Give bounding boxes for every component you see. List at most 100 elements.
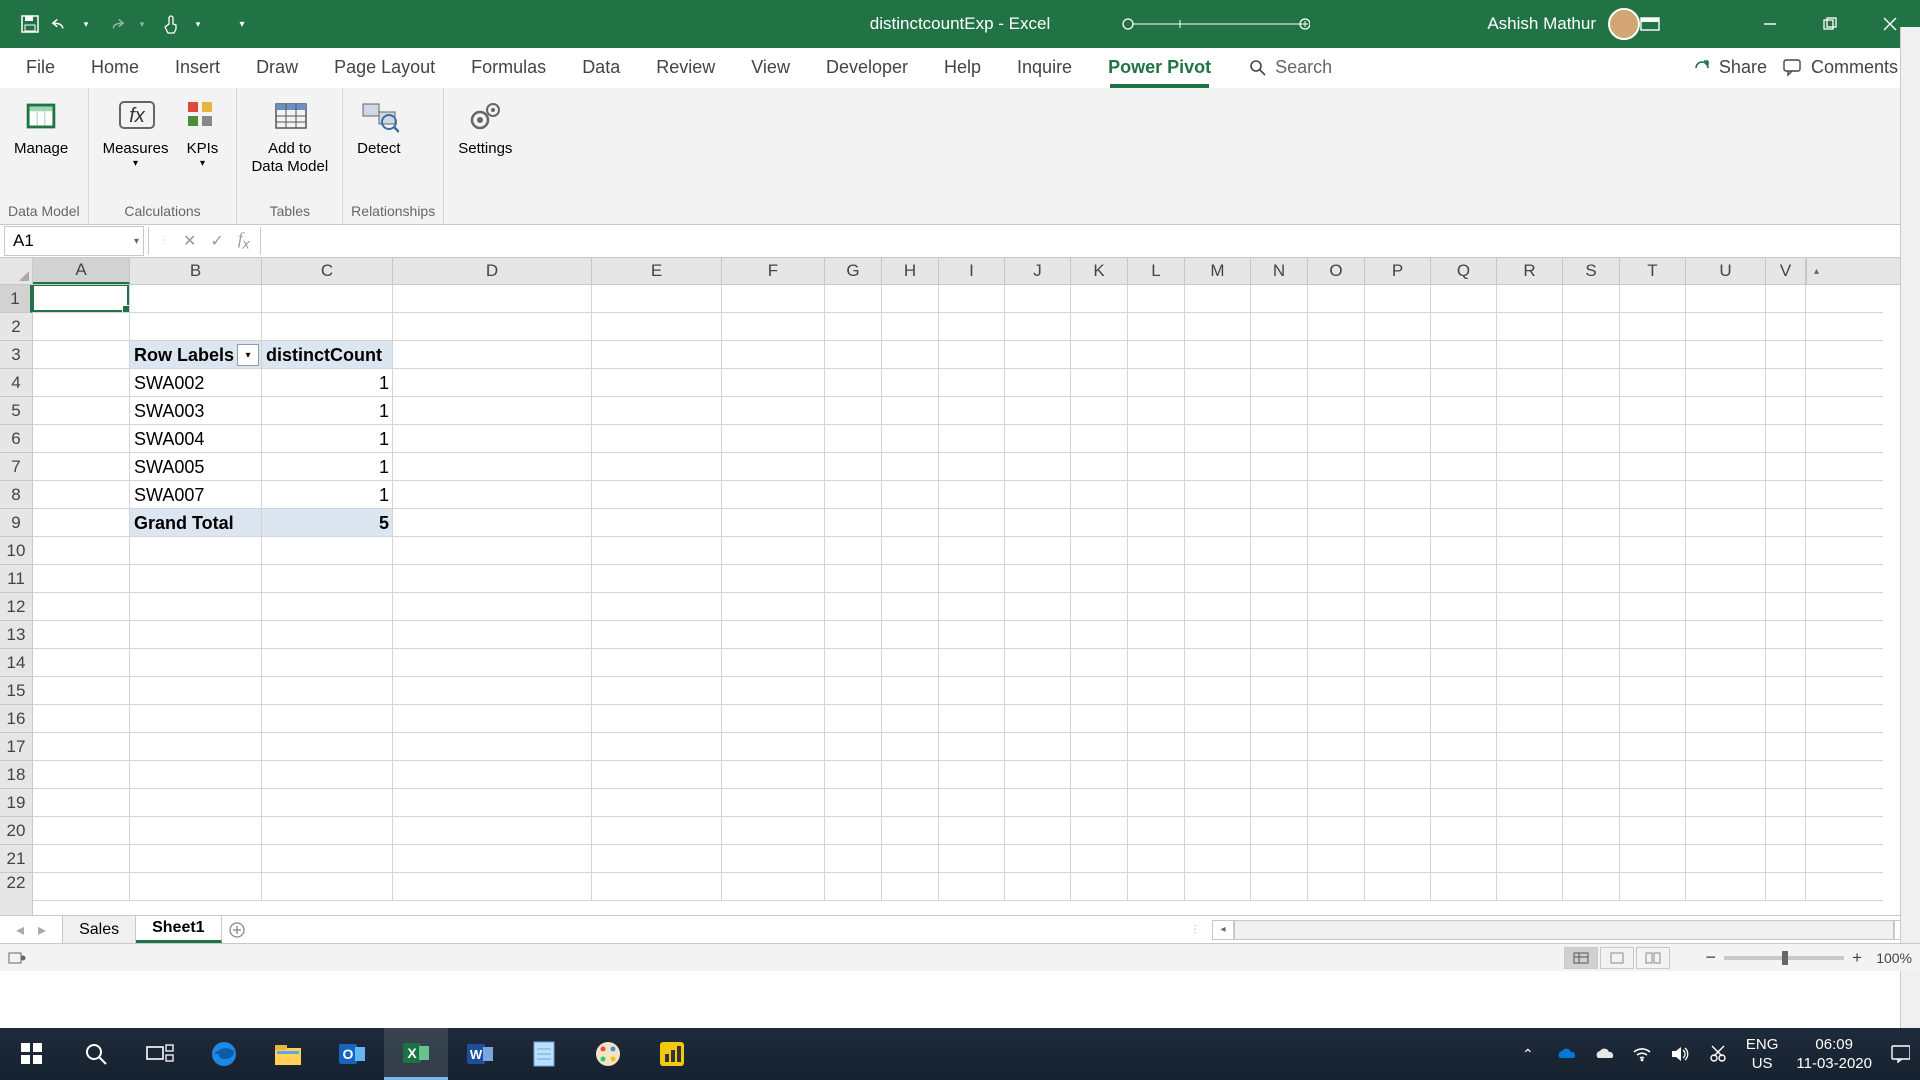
sheet-nav-next-icon[interactable]: ▸ xyxy=(38,920,46,940)
sheet-nav-prev-icon[interactable]: ◂ xyxy=(16,920,24,940)
page-break-view-button[interactable] xyxy=(1636,947,1670,969)
volume-icon[interactable] xyxy=(1670,1044,1690,1064)
worksheet-grid[interactable]: A B C D E F G H I J K L M N O P Q R S T … xyxy=(0,258,1920,915)
row-header-5[interactable]: 5 xyxy=(0,397,32,425)
pivot-row-label[interactable]: SWA007 xyxy=(130,481,262,509)
outlook-icon[interactable]: O xyxy=(320,1028,384,1080)
tab-formulas[interactable]: Formulas xyxy=(453,48,564,88)
col-header-j[interactable]: J xyxy=(1005,258,1071,284)
touch-dropdown-icon[interactable]: ▾ xyxy=(188,14,208,34)
tab-developer[interactable]: Developer xyxy=(808,48,926,88)
tab-help[interactable]: Help xyxy=(926,48,999,88)
col-header-n[interactable]: N xyxy=(1251,258,1308,284)
cancel-formula-icon[interactable]: ✕ xyxy=(183,231,196,251)
undo-icon[interactable] xyxy=(50,14,70,34)
minimize-button[interactable] xyxy=(1740,0,1800,48)
sheet-tab-sales[interactable]: Sales xyxy=(63,916,136,943)
undo-dropdown-icon[interactable]: ▾ xyxy=(76,14,96,34)
row-header-17[interactable]: 17 xyxy=(0,733,32,761)
col-header-u[interactable]: U xyxy=(1686,258,1766,284)
row-header-2[interactable]: 2 xyxy=(0,313,32,341)
kpis-button[interactable]: KPIs▾ xyxy=(176,92,228,182)
tab-data[interactable]: Data xyxy=(564,48,638,88)
row-header-22[interactable]: 22 xyxy=(0,873,32,893)
col-header-o[interactable]: O xyxy=(1308,258,1365,284)
tab-home[interactable]: Home xyxy=(73,48,157,88)
col-header-k[interactable]: K xyxy=(1071,258,1128,284)
pivot-row-label[interactable]: SWA004 xyxy=(130,425,262,453)
row-header-1[interactable]: 1 xyxy=(0,285,32,313)
tab-view[interactable]: View xyxy=(733,48,808,88)
zoom-slider[interactable] xyxy=(1724,956,1844,960)
tell-me-search[interactable]: Search xyxy=(1249,57,1332,78)
row-header-11[interactable]: 11 xyxy=(0,565,32,593)
col-header-a[interactable]: A xyxy=(33,258,130,284)
col-header-c[interactable]: C xyxy=(262,258,393,284)
new-sheet-button[interactable] xyxy=(222,916,252,943)
horizontal-scrollbar[interactable] xyxy=(1234,920,1894,940)
col-header-h[interactable]: H xyxy=(882,258,939,284)
action-center-icon[interactable] xyxy=(1890,1044,1910,1064)
tab-power-pivot[interactable]: Power Pivot xyxy=(1090,48,1229,88)
row-header-7[interactable]: 7 xyxy=(0,453,32,481)
language-indicator[interactable]: ENG US xyxy=(1746,1035,1779,1074)
pivot-row-value[interactable]: 1 xyxy=(262,481,393,509)
title-zoom-widget[interactable] xyxy=(1120,17,1310,31)
zoom-in-button[interactable]: + xyxy=(1852,948,1862,968)
col-header-i[interactable]: I xyxy=(939,258,1005,284)
enter-formula-icon[interactable]: ✓ xyxy=(210,231,223,251)
pivot-row-label[interactable]: SWA002 xyxy=(130,369,262,397)
page-layout-view-button[interactable] xyxy=(1600,947,1634,969)
detect-button[interactable]: Detect xyxy=(351,92,406,182)
pivot-row-value[interactable]: 1 xyxy=(262,425,393,453)
col-header-v[interactable]: V xyxy=(1766,258,1806,284)
vertical-scrollbar[interactable]: ▾ xyxy=(1900,285,1920,915)
pivot-row-label[interactable]: SWA005 xyxy=(130,453,262,481)
row-header-9[interactable]: 9 xyxy=(0,509,32,537)
snip-icon[interactable] xyxy=(1708,1044,1728,1064)
start-button[interactable] xyxy=(0,1028,64,1080)
word-icon[interactable]: W xyxy=(448,1028,512,1080)
onedrive-sync-icon[interactable] xyxy=(1594,1044,1614,1064)
col-header-q[interactable]: Q xyxy=(1431,258,1497,284)
file-explorer-icon[interactable] xyxy=(256,1028,320,1080)
col-header-g[interactable]: G xyxy=(825,258,882,284)
col-header-p[interactable]: P xyxy=(1365,258,1431,284)
row-header-4[interactable]: 4 xyxy=(0,369,32,397)
pivot-filter-dropdown[interactable]: ▾ xyxy=(237,344,259,366)
maximize-button[interactable] xyxy=(1800,0,1860,48)
normal-view-button[interactable] xyxy=(1564,947,1598,969)
comments-button[interactable]: Comments xyxy=(1783,57,1898,78)
col-header-l[interactable]: L xyxy=(1128,258,1185,284)
row-header-16[interactable]: 16 xyxy=(0,705,32,733)
pivot-row-label[interactable]: SWA003 xyxy=(130,397,262,425)
row-header-10[interactable]: 10 xyxy=(0,537,32,565)
tab-inquire[interactable]: Inquire xyxy=(999,48,1090,88)
row-header-8[interactable]: 8 xyxy=(0,481,32,509)
notepad-icon[interactable] xyxy=(512,1028,576,1080)
row-header-19[interactable]: 19 xyxy=(0,789,32,817)
user-area[interactable]: Ashish Mathur xyxy=(1487,8,1640,40)
tab-draw[interactable]: Draw xyxy=(238,48,316,88)
pivot-grand-total-label[interactable]: Grand Total xyxy=(130,509,262,537)
row-header-18[interactable]: 18 xyxy=(0,761,32,789)
tray-chevron-icon[interactable]: ⌃ xyxy=(1518,1044,1538,1064)
sheet-tab-sheet1[interactable]: Sheet1 xyxy=(136,916,221,943)
tab-file[interactable]: File xyxy=(8,48,73,88)
name-box[interactable]: A1 ▾ xyxy=(4,226,144,256)
zoom-level[interactable]: 100% xyxy=(1870,950,1912,966)
settings-button[interactable]: Settings xyxy=(452,92,518,182)
pivot-row-value[interactable]: 1 xyxy=(262,369,393,397)
clock[interactable]: 06:09 11-03-2020 xyxy=(1796,1035,1872,1074)
paint-icon[interactable] xyxy=(576,1028,640,1080)
pivot-grand-total-value[interactable]: 5 xyxy=(262,509,393,537)
select-all-button[interactable] xyxy=(0,258,33,284)
row-header-12[interactable]: 12 xyxy=(0,593,32,621)
row-header-6[interactable]: 6 xyxy=(0,425,32,453)
tab-page-layout[interactable]: Page Layout xyxy=(316,48,453,88)
pivot-header-value[interactable]: distinctCount xyxy=(262,341,393,369)
wifi-icon[interactable] xyxy=(1632,1044,1652,1064)
add-to-data-model-button[interactable]: Add toData Model xyxy=(245,92,334,182)
row-header-14[interactable]: 14 xyxy=(0,649,32,677)
row-header-3[interactable]: 3 xyxy=(0,341,32,369)
